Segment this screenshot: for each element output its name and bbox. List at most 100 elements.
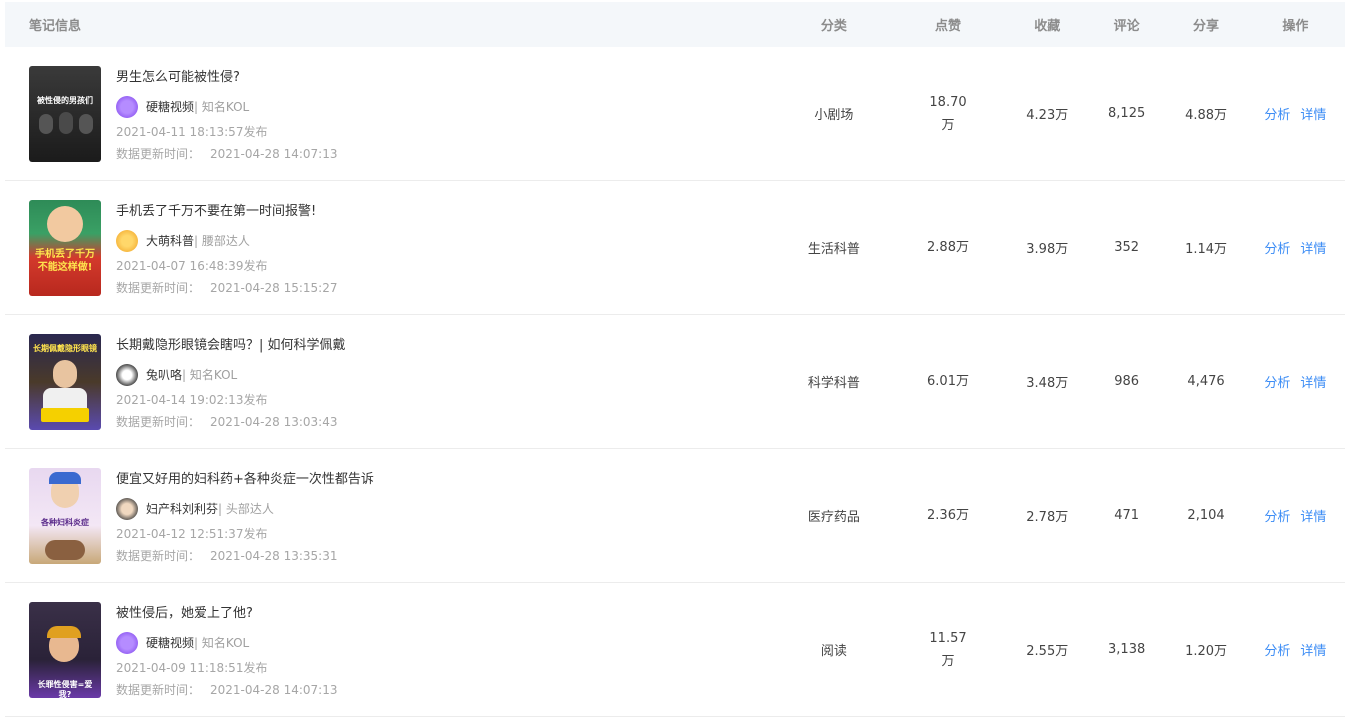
update-label: 数据更新时间： (116, 548, 201, 563)
author-tag: | 知名KOL (182, 368, 238, 382)
note-author: 大萌科普 | 腰部达人 (116, 227, 337, 255)
update-time: 数据更新时间： 2021-04-28 13:35:31 (116, 545, 374, 567)
col-header-actions: 操作 (1282, 19, 1309, 34)
note-info: 各种妇科炎症 便宜又好用的妇科药+各种炎症一次性都告诉 妇产科刘利芬 | 头部达… (5, 465, 779, 567)
note-author: 兔叭咯 | 知名KOL (116, 361, 346, 389)
note-thumbnail[interactable]: 长罪性侵害=爱我? (29, 601, 101, 698)
note-favorites: 2.55万 (1026, 644, 1069, 659)
note-shares: 2,104 (1187, 508, 1225, 523)
update-time: 数据更新时间： 2021-04-28 13:03:43 (116, 411, 346, 433)
likes-value: 18.70万 (929, 94, 967, 133)
update-time: 数据更新时间： 2021-04-28 15:15:27 (116, 277, 337, 299)
note-title[interactable]: 男生怎么可能被性侵? (116, 63, 337, 93)
note-meta: 长期戴隐形眼镜会瞎吗？| 如何科学佩戴 兔叭咯 | 知名KOL 2021-04-… (116, 331, 346, 433)
note-actions: 分析 详情 (1246, 238, 1345, 257)
analyze-link[interactable]: 分析 (1264, 644, 1290, 659)
note-author: 硬糖视频 | 知名KOL (116, 629, 337, 657)
thumbnail-caption: 长期佩戴隐形眼镜 (33, 343, 97, 353)
analyze-link[interactable]: 分析 (1264, 376, 1290, 391)
table-row: 手机丢了千万不能这样做! 手机丢了千万不要在第一时间报警! 大萌科普 | 腰部达… (5, 181, 1345, 315)
update-time: 数据更新时间： 2021-04-28 14:07:13 (116, 679, 337, 701)
note-category: 阅读 (820, 644, 847, 659)
update-value: 2021-04-28 14:07:13 (210, 146, 338, 161)
note-category: 生活科普 (807, 242, 860, 257)
likes-value: 2.36万 (927, 508, 969, 523)
thumbnail-caption: 被性侵的男孩们 (37, 95, 93, 105)
col-header-info[interactable]: 笔记信息 (5, 15, 779, 34)
author-tag: | 知名KOL (194, 636, 250, 650)
update-value: 2021-04-28 13:35:31 (210, 548, 338, 563)
note-thumbnail[interactable]: 长期佩戴隐形眼镜 (29, 333, 101, 430)
note-info: 被性侵的男孩们 男生怎么可能被性侵? 硬糖视频 | 知名KOL 2021-04-… (5, 63, 779, 165)
detail-link[interactable]: 详情 (1300, 242, 1326, 257)
note-favorites: 3.48万 (1026, 376, 1069, 391)
analyze-link[interactable]: 分析 (1264, 108, 1290, 123)
update-label: 数据更新时间： (116, 414, 201, 429)
note-favorites: 4.23万 (1026, 108, 1069, 123)
likes-value: 6.01万 (927, 374, 969, 389)
detail-link[interactable]: 详情 (1300, 510, 1326, 525)
table-row: 长期佩戴隐形眼镜 长期戴隐形眼镜会瞎吗？| 如何科学佩戴 兔叭咯 | 知名KOL… (5, 315, 1345, 449)
notes-table: 笔记信息 分类 点赞 收藏 评论 分享 操作 被性侵的男孩们 男生怎么可能被性侵… (5, 2, 1345, 717)
analyze-link[interactable]: 分析 (1264, 242, 1290, 257)
analyze-link[interactable]: 分析 (1264, 510, 1290, 525)
update-label: 数据更新时间： (116, 682, 201, 697)
note-comments: 8,125 (1108, 106, 1146, 121)
author-name[interactable]: 大萌科普 (146, 232, 194, 249)
note-comments: 352 (1114, 240, 1140, 255)
table-row: 长罪性侵害=爱我? 被性侵后，她爱上了他? 硬糖视频 | 知名KOL 2021-… (5, 583, 1345, 717)
note-title[interactable]: 便宜又好用的妇科药+各种炎症一次性都告诉 (116, 465, 374, 495)
author-avatar[interactable] (116, 95, 138, 118)
note-likes: 2.88万 (888, 236, 1007, 259)
detail-link[interactable]: 详情 (1300, 376, 1326, 391)
author-name[interactable]: 硬糖视频 (146, 634, 194, 651)
author-avatar[interactable] (116, 229, 138, 252)
table-row: 被性侵的男孩们 男生怎么可能被性侵? 硬糖视频 | 知名KOL 2021-04-… (5, 47, 1345, 181)
note-category: 小剧场 (814, 108, 854, 123)
note-shares: 1.20万 (1185, 644, 1228, 659)
col-header-favorites[interactable]: 收藏 (1008, 15, 1087, 34)
note-meta: 手机丢了千万不要在第一时间报警! 大萌科普 | 腰部达人 2021-04-07 … (116, 197, 337, 299)
detail-link[interactable]: 详情 (1300, 108, 1326, 123)
publish-time: 2021-04-07 16:48:39发布 (116, 258, 268, 273)
note-title[interactable]: 被性侵后，她爱上了他? (116, 599, 337, 629)
col-header-shares[interactable]: 分享 (1166, 15, 1245, 34)
author-name[interactable]: 硬糖视频 (146, 98, 194, 115)
note-actions: 分析 详情 (1246, 372, 1345, 391)
note-title[interactable]: 长期戴隐形眼镜会瞎吗？| 如何科学佩戴 (116, 331, 346, 361)
note-info: 长期佩戴隐形眼镜 长期戴隐形眼镜会瞎吗？| 如何科学佩戴 兔叭咯 | 知名KOL… (5, 331, 779, 433)
note-author: 妇产科刘利芬 | 头部达人 (116, 495, 374, 523)
note-thumbnail[interactable]: 手机丢了千万不能这样做! (29, 199, 101, 296)
note-actions: 分析 详情 (1246, 506, 1345, 525)
table-header: 笔记信息 分类 点赞 收藏 评论 分享 操作 (5, 2, 1345, 47)
note-thumbnail[interactable]: 各种妇科炎症 (29, 467, 101, 564)
note-favorites: 3.98万 (1026, 242, 1069, 257)
author-name[interactable]: 妇产科刘利芬 (146, 500, 218, 517)
note-thumbnail[interactable]: 被性侵的男孩们 (29, 65, 101, 162)
note-likes: 18.70万 (888, 91, 1007, 137)
note-likes: 2.36万 (888, 504, 1007, 527)
author-tag: | 头部达人 (218, 502, 274, 516)
publish-time: 2021-04-09 11:18:51发布 (116, 660, 268, 675)
author-name[interactable]: 兔叭咯 (146, 366, 182, 383)
col-header-category[interactable]: 分类 (779, 15, 888, 34)
author-avatar[interactable] (116, 631, 138, 654)
update-value: 2021-04-28 14:07:13 (210, 682, 338, 697)
note-favorites: 2.78万 (1026, 510, 1069, 525)
note-title[interactable]: 手机丢了千万不要在第一时间报警! (116, 197, 337, 227)
note-meta: 便宜又好用的妇科药+各种炎症一次性都告诉 妇产科刘利芬 | 头部达人 2021-… (116, 465, 374, 567)
thumbnail-caption: 长罪性侵害=爱我? (37, 679, 93, 698)
note-info: 长罪性侵害=爱我? 被性侵后，她爱上了他? 硬糖视频 | 知名KOL 2021-… (5, 599, 779, 701)
note-shares: 1.14万 (1185, 242, 1228, 257)
author-tag: | 知名KOL (194, 100, 250, 114)
detail-link[interactable]: 详情 (1300, 644, 1326, 659)
publish-time: 2021-04-14 19:02:13发布 (116, 392, 268, 407)
author-avatar[interactable] (116, 497, 138, 520)
update-time: 数据更新时间： 2021-04-28 14:07:13 (116, 143, 337, 165)
update-label: 数据更新时间： (116, 146, 201, 161)
likes-value: 2.88万 (927, 240, 969, 255)
col-header-likes[interactable]: 点赞 (888, 15, 1007, 34)
thumbnail-caption: 手机丢了千万不能这样做! (35, 248, 95, 273)
author-avatar[interactable] (116, 363, 138, 386)
col-header-comments[interactable]: 评论 (1087, 15, 1166, 34)
